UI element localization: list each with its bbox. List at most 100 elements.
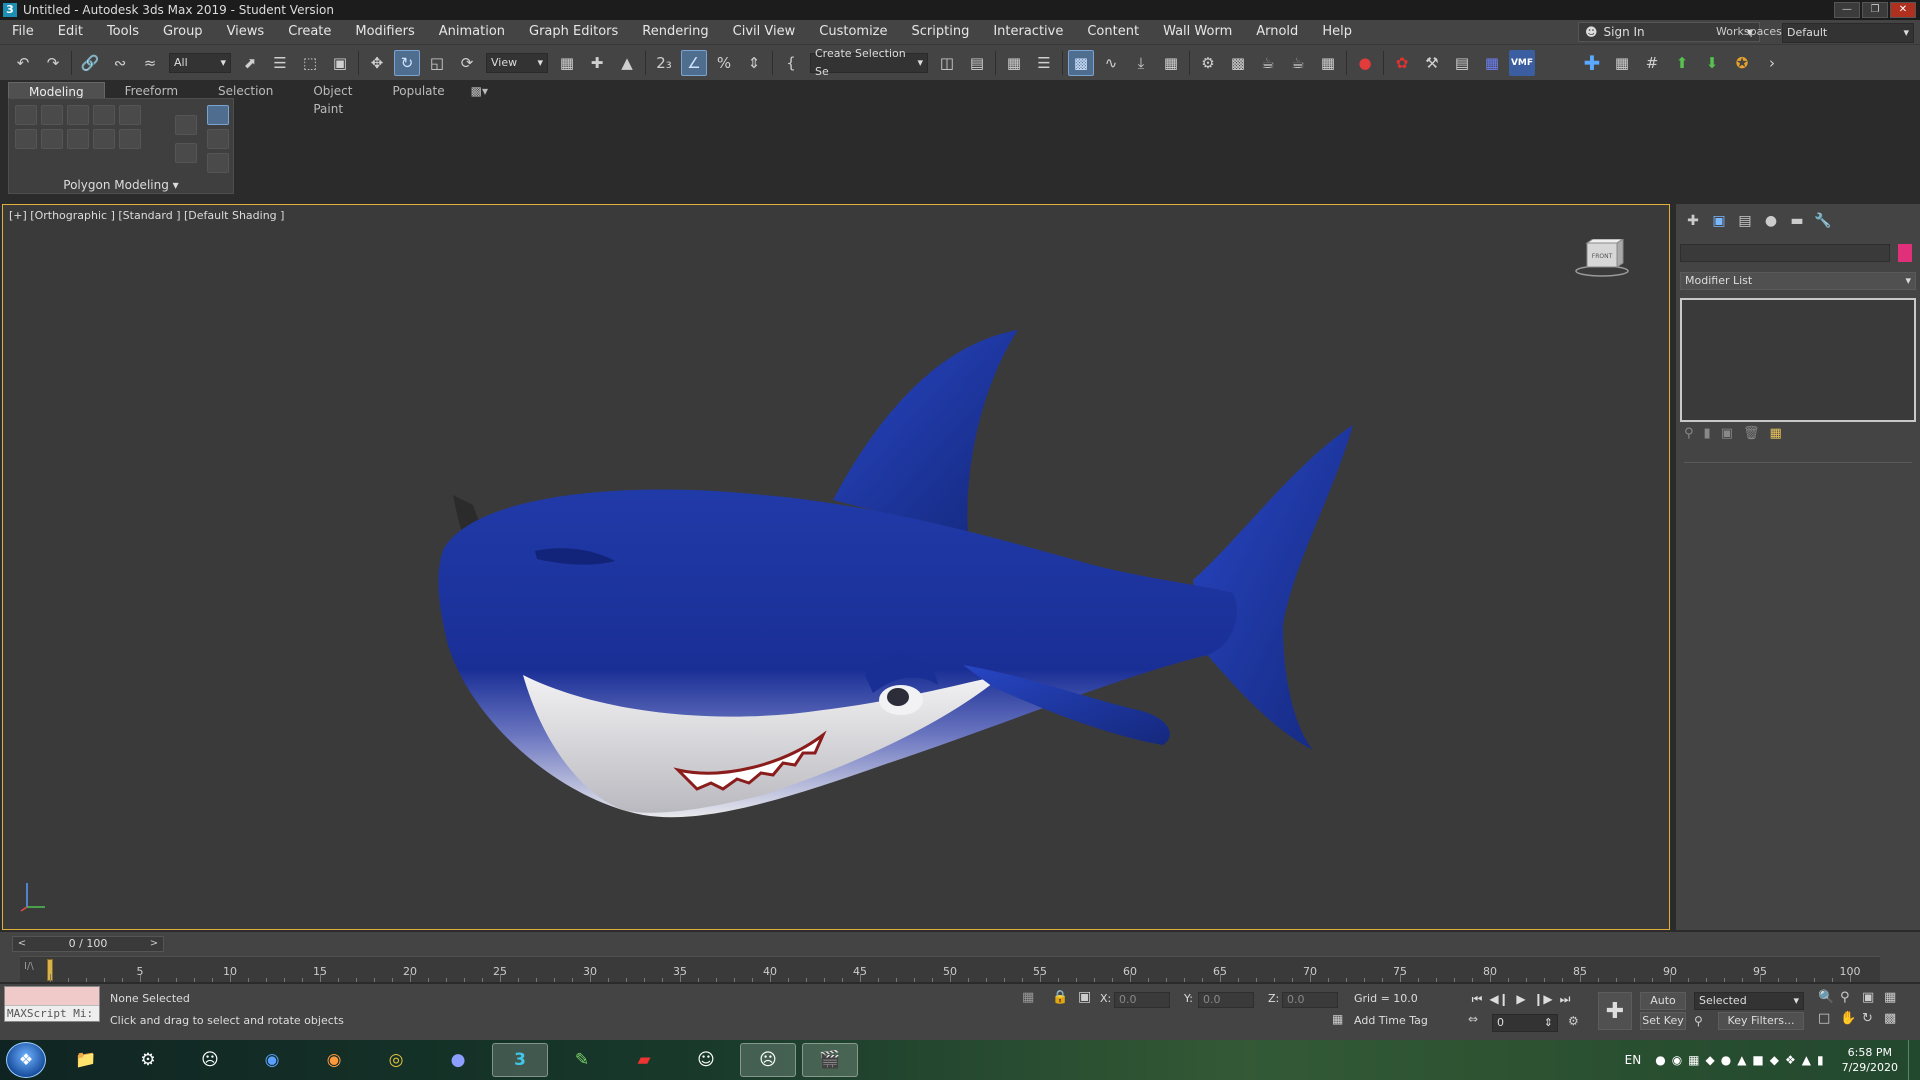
tab-object-paint[interactable]: Object Paint	[293, 82, 372, 116]
ribbon-toggle-button[interactable]: ▩	[1068, 49, 1094, 76]
orbit-icon[interactable]: ↻	[1862, 1011, 1884, 1026]
wallworm-button-4[interactable]: ▦	[1479, 50, 1505, 76]
import-button[interactable]: ⬇	[1699, 50, 1725, 76]
pan-icon[interactable]: ✋	[1840, 1011, 1862, 1026]
current-frame-input[interactable]: 0 ⇕	[1492, 1014, 1558, 1032]
use-nurms-button[interactable]	[119, 129, 141, 149]
maximize-viewport-icon[interactable]: ▩	[1884, 1011, 1906, 1026]
taskbar-cat-mask[interactable]: ☺	[678, 1043, 734, 1077]
taskbar-movie-maker[interactable]: 🎬	[802, 1043, 858, 1077]
align-button[interactable]: ▤	[964, 50, 990, 76]
minimize-button[interactable]: —	[1834, 2, 1860, 18]
bind-space-warp-button[interactable]: ≈	[137, 50, 163, 76]
polygon-modeling-dropdown[interactable]: Polygon Modeling ▾	[8, 178, 234, 194]
python-button[interactable]: ✪	[1729, 50, 1755, 76]
next-frame-button[interactable]: ❙▶	[1532, 990, 1554, 1008]
x-coord-input[interactable]: 0.0	[1114, 992, 1170, 1008]
vertex-button[interactable]	[15, 129, 37, 149]
scale-button[interactable]: ◱	[424, 50, 450, 76]
link-button[interactable]: 🔗	[77, 50, 103, 76]
menu-interactive[interactable]: Interactive	[981, 20, 1075, 44]
snaps-toggle-button[interactable]: 2₃	[651, 50, 677, 76]
layer-explorer-button[interactable]: ☰	[1031, 50, 1057, 76]
polygon-button[interactable]	[119, 105, 141, 125]
taskbar-gimp-alt[interactable]: ☹	[740, 1043, 796, 1077]
maximize-button[interactable]: ❐	[1862, 2, 1888, 18]
close-button[interactable]: ✕	[1890, 2, 1916, 18]
material-editor-button[interactable]: ▦	[1158, 50, 1184, 76]
select-manipulate-button[interactable]: ✚	[584, 50, 610, 76]
absolute-mode-icon[interactable]: ▣	[1078, 989, 1091, 1005]
key-filters-button[interactable]: Key Filters...	[1718, 1012, 1804, 1030]
edit-named-selection-button[interactable]: {	[778, 50, 804, 76]
chevron-left-icon[interactable]: <	[15, 937, 29, 951]
taskbar-discord[interactable]: ●	[430, 1043, 486, 1077]
chevron-right-icon[interactable]: >	[147, 937, 161, 951]
lock-selection-icon[interactable]: 🔒	[1052, 990, 1068, 1005]
pin-stack-icon[interactable]: ⚲	[1684, 426, 1694, 441]
spinner-snap-button[interactable]: ⇕	[741, 50, 767, 76]
tab-populate[interactable]: Populate	[372, 82, 464, 100]
menu-scripting[interactable]: Scripting	[900, 20, 982, 44]
angle-snap-button[interactable]: ∠	[681, 49, 707, 76]
viewport-orthographic[interactable]: [+] [Orthographic ] [Standard ] [Default…	[2, 204, 1670, 930]
object-color-swatch[interactable]	[1898, 244, 1912, 262]
record-button[interactable]: ●	[1352, 50, 1378, 76]
select-object-button[interactable]: ⬈	[237, 50, 263, 76]
create-button[interactable]: ✚	[1579, 50, 1605, 76]
toggle-cage-button[interactable]	[207, 105, 229, 125]
menu-graph-editors[interactable]: Graph Editors	[517, 20, 630, 44]
menu-animation[interactable]: Animation	[427, 20, 517, 44]
workspace-dropdown[interactable]: Default ▾	[1782, 23, 1914, 43]
element-button[interactable]	[93, 105, 115, 125]
key-mode-dropdown[interactable]: Selected ▾	[1694, 992, 1804, 1010]
taskbar-steam[interactable]: ⚙	[120, 1043, 176, 1077]
reference-coordinate-dropdown[interactable]: View ▾	[486, 52, 548, 73]
named-selection-dropdown[interactable]: Create Selection Se ▾	[810, 47, 928, 78]
redo-button[interactable]: ↷	[40, 50, 66, 76]
key-mode-toggle-icon[interactable]: ⇔	[1468, 1012, 1478, 1026]
rectangular-selection-button[interactable]: ⬚	[297, 50, 323, 76]
mirror-button[interactable]: ◫	[934, 50, 960, 76]
menu-views[interactable]: Views	[215, 20, 277, 44]
time-slider[interactable]: < 0 / 100 >	[12, 936, 164, 952]
hierarchy-tab[interactable]: ▤	[1732, 210, 1758, 232]
z-coord-input[interactable]: 0.0	[1282, 992, 1338, 1008]
menu-file[interactable]: File	[0, 20, 46, 44]
auto-key-button[interactable]: Auto Key	[1640, 992, 1686, 1023]
track-bar-menu-icon[interactable]: I/\	[24, 961, 34, 972]
render-in-cloud-button[interactable]: ▦	[1315, 50, 1341, 76]
window-crossing-button[interactable]: ▣	[327, 50, 353, 76]
zoom-all-icon[interactable]: ⚲	[1840, 990, 1862, 1005]
modifier-list-dropdown[interactable]: Modifier List ▾	[1680, 272, 1916, 290]
menu-arnold[interactable]: Arnold	[1244, 20, 1310, 44]
edge-button[interactable]	[41, 129, 63, 149]
remove-modifier-icon[interactable]: 🗑	[1743, 426, 1760, 441]
add-time-tag-button[interactable]: Add Time Tag	[1354, 1014, 1428, 1027]
menu-modifiers[interactable]: Modifiers	[343, 20, 426, 44]
move-button[interactable]: ✥	[364, 50, 390, 76]
taskbar-3dsmax[interactable]: 3	[492, 1043, 548, 1077]
show-desktop-button[interactable]	[1908, 1040, 1920, 1080]
scene-explorer-button[interactable]: ▦	[1001, 50, 1027, 76]
set-keys-button[interactable]: ✚	[1598, 992, 1632, 1030]
zoom-extents-icon[interactable]: ▣	[1862, 990, 1884, 1005]
modify-mode-button[interactable]	[67, 105, 89, 125]
pivot-center-button[interactable]: ▦	[554, 50, 580, 76]
time-configuration-icon[interactable]: ⚙	[1568, 1014, 1579, 1028]
wallworm-button-2[interactable]: ⚒	[1419, 50, 1445, 76]
configure-modifier-sets-icon[interactable]: ▦	[1770, 426, 1782, 441]
undo-button[interactable]: ↶	[10, 50, 36, 76]
menu-tools[interactable]: Tools	[95, 20, 151, 44]
keyboard-shortcut-override-button[interactable]: ▲	[614, 50, 640, 76]
toolbar-overflow-button[interactable]: ›	[1759, 50, 1785, 76]
preserve-uvs-button[interactable]	[93, 129, 115, 149]
home-grid-button[interactable]: #	[1639, 50, 1665, 76]
menu-customize[interactable]: Customize	[807, 20, 899, 44]
menu-group[interactable]: Group	[151, 20, 215, 44]
key-filter-icon[interactable]: ⚲	[1694, 1014, 1703, 1028]
menu-edit[interactable]: Edit	[46, 20, 95, 44]
y-coord-input[interactable]: 0.0	[1198, 992, 1254, 1008]
language-indicator[interactable]: EN	[1625, 1053, 1642, 1067]
modifier-stack[interactable]	[1680, 298, 1916, 422]
